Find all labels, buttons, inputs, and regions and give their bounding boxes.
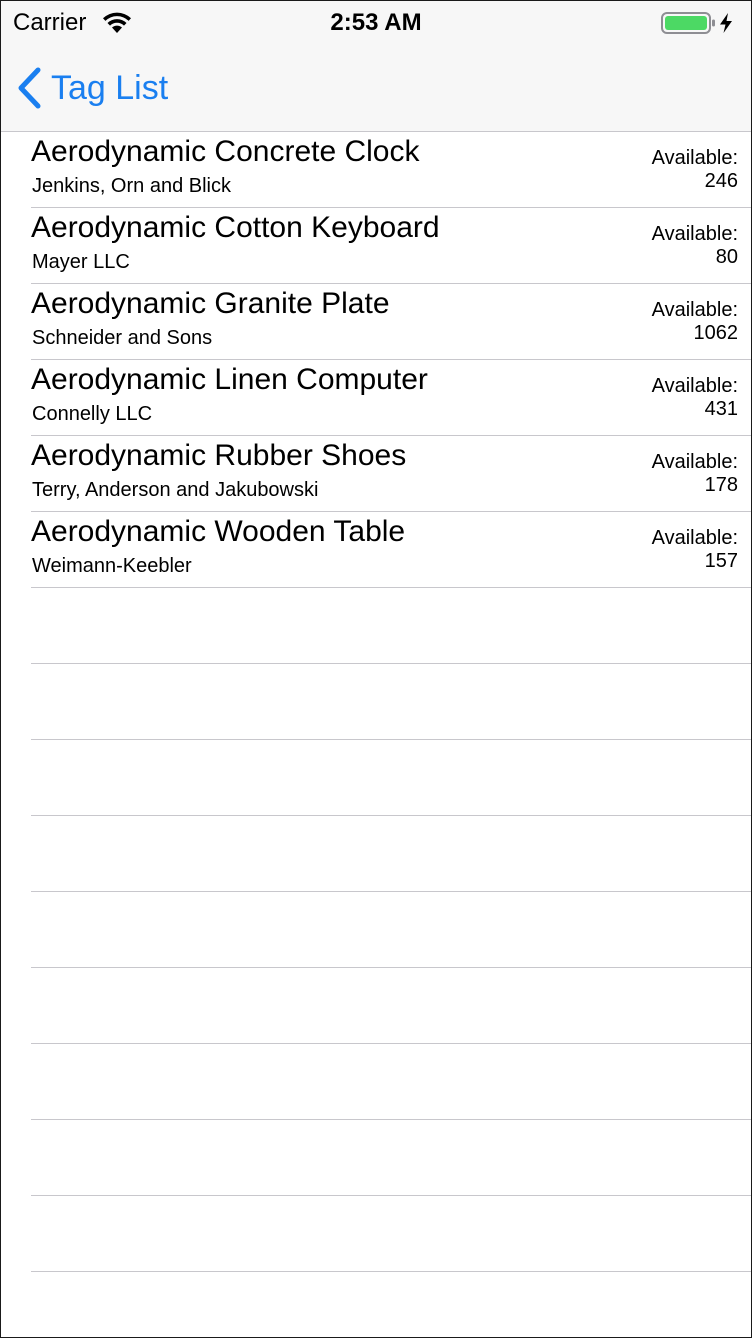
empty-row-separator (31, 816, 751, 892)
item-availability: Available: 1062 (652, 299, 738, 345)
item-subtitle: Jenkins, Orn and Blick (32, 175, 231, 197)
list-item[interactable]: Aerodynamic Cotton Keyboard Mayer LLC Av… (31, 208, 751, 284)
item-title: Aerodynamic Rubber Shoes (31, 439, 407, 472)
empty-row-separator (31, 968, 751, 1044)
empty-row-separator (31, 1120, 751, 1196)
availability-count: 246 (704, 170, 738, 192)
empty-row-separator (31, 892, 751, 968)
empty-row-separator (31, 1044, 751, 1120)
item-subtitle: Weimann-Keebler (32, 555, 192, 577)
status-time: 2:53 AM (330, 9, 422, 36)
availability-count: 80 (715, 246, 738, 268)
back-button[interactable]: Tag List (15, 65, 168, 111)
availability-label: Available: (651, 527, 738, 549)
battery-charging-icon (661, 12, 732, 34)
item-availability: Available: 431 (652, 375, 738, 421)
list-item[interactable]: Aerodynamic Linen Computer Connelly LLC … (31, 360, 751, 436)
product-list: Aerodynamic Concrete Clock Jenkins, Orn … (1, 132, 751, 1272)
navigation-bar: Tag List (1, 45, 751, 132)
list-item[interactable]: Aerodynamic Granite Plate Schneider and … (31, 284, 751, 360)
item-title: Aerodynamic Concrete Clock (31, 135, 420, 168)
item-availability: Available: 178 (652, 451, 738, 497)
item-subtitle: Terry, Anderson and Jakubowski (32, 479, 319, 501)
availability-label: Available: (651, 147, 738, 169)
list-item[interactable]: Aerodynamic Wooden Table Weimann-Keebler… (31, 512, 751, 588)
item-title: Aerodynamic Wooden Table (31, 515, 406, 548)
availability-count: 157 (704, 550, 738, 572)
item-subtitle: Schneider and Sons (32, 327, 213, 349)
item-title: Aerodynamic Cotton Keyboard (31, 211, 440, 244)
list-item[interactable]: Aerodynamic Concrete Clock Jenkins, Orn … (31, 132, 751, 208)
app-screen: Carrier 2:53 AM Tag List Aerodynamic Con… (0, 0, 752, 1338)
back-button-label: Tag List (51, 69, 169, 107)
availability-count: 1062 (693, 322, 739, 344)
empty-row-separator (31, 740, 751, 816)
availability-label: Available: (651, 451, 738, 473)
item-availability: Available: 246 (652, 147, 738, 193)
availability-label: Available: (651, 299, 738, 321)
item-subtitle: Mayer LLC (32, 251, 130, 273)
availability-label: Available: (651, 223, 738, 245)
item-title: Aerodynamic Granite Plate (31, 287, 390, 320)
chevron-left-icon (18, 67, 41, 109)
empty-row-separator (31, 588, 751, 664)
item-availability: Available: 157 (652, 527, 738, 573)
empty-row-separator (31, 664, 751, 740)
item-availability: Available: 80 (652, 223, 738, 269)
item-subtitle: Connelly LLC (32, 403, 153, 425)
availability-count: 178 (704, 474, 738, 496)
availability-label: Available: (651, 375, 738, 397)
item-title: Aerodynamic Linen Computer (31, 363, 428, 396)
list-item[interactable]: Aerodynamic Rubber Shoes Terry, Anderson… (31, 436, 751, 512)
status-bar: Carrier 2:53 AM (1, 1, 751, 45)
availability-count: 431 (704, 398, 738, 420)
empty-row-separator (31, 1196, 751, 1272)
